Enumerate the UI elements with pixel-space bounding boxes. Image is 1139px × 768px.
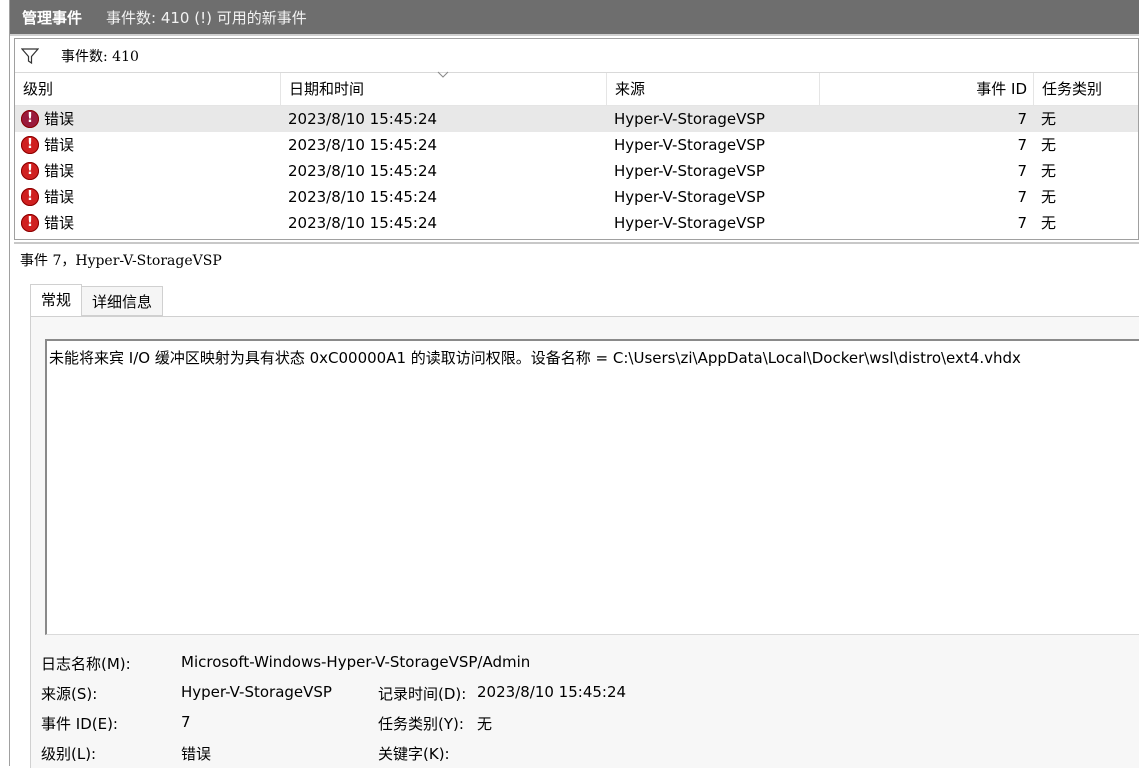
filter-bar: 事件数: 410 [15,39,1138,73]
task-category-label: 任务类别(Y): [378,715,464,733]
left-pane-edge [0,0,10,766]
column-header-datetime-label: 日期和时间 [289,80,365,98]
general-tab-panel: 未能将来宾 I/O 缓冲区映射为具有状态 0xC00000A1 的读取访问权限。… [30,316,1139,768]
row-event-id: 7 [1017,188,1027,206]
row-task: 无 [1041,162,1057,180]
detail-tabs: 常规 详细信息 [30,284,164,316]
error-icon: ! [21,136,39,154]
logged-value: 2023/8/10 15:45:24 [477,683,627,701]
column-header-datetime[interactable]: 日期和时间 [281,71,607,105]
level-label: 级别(L): [41,745,97,763]
view-subtitle: 事件数: 410 (!) 可用的新事件 [106,8,307,27]
row-level: 错误 [44,136,75,154]
detail-title: 事件 7，Hyper-V-StorageVSP [20,253,222,269]
view-title: 管理事件 [22,8,83,27]
row-task: 无 [1041,110,1057,128]
row-source: Hyper-V-StorageVSP [614,110,765,128]
error-icon: ! [21,214,39,232]
event-detail-pane: 事件 7，Hyper-V-StorageVSP 常规 详细信息 未能将来宾 I/… [14,242,1139,768]
filter-icon[interactable] [21,47,39,65]
filter-summary: 事件数: 410 [61,48,139,65]
source-value: Hyper-V-StorageVSP [181,683,332,701]
tab-general[interactable]: 常规 [30,284,83,316]
row-task: 无 [1041,188,1057,206]
event-rows: ! 错误 2023/8/10 15:45:24 Hyper-V-StorageV… [15,106,1138,236]
row-event-id: 7 [1017,214,1027,232]
task-category-value: 无 [477,715,493,733]
level-value: 错误 [181,745,212,763]
row-datetime: 2023/8/10 15:45:24 [288,188,438,206]
row-source: Hyper-V-StorageVSP [614,188,765,206]
column-header-level[interactable]: 级别 [15,73,281,105]
row-level: 错误 [44,162,75,180]
error-icon: ! [21,162,39,180]
logged-label: 记录时间(D): [378,685,467,703]
table-row[interactable]: ! 错误 2023/8/10 15:45:24 Hyper-V-StorageV… [15,184,1138,210]
row-level: 错误 [44,214,75,232]
row-datetime: 2023/8/10 15:45:24 [288,162,438,180]
row-datetime: 2023/8/10 15:45:24 [288,110,438,128]
keywords-label: 关键字(K): [378,745,450,763]
row-datetime: 2023/8/10 15:45:24 [288,136,438,154]
error-icon: ! [21,110,39,128]
row-datetime: 2023/8/10 15:45:24 [288,214,438,232]
row-source: Hyper-V-StorageVSP [614,214,765,232]
row-task: 无 [1041,136,1057,154]
sort-caret-icon [437,71,449,78]
event-list-pane: 事件数: 410 级别 日期和时间 来源 事件 ID 任务类别 ! 错误 202… [14,38,1139,240]
row-source: Hyper-V-StorageVSP [614,136,765,154]
column-header-source[interactable]: 来源 [607,73,820,105]
event-message-box[interactable]: 未能将来宾 I/O 缓冲区映射为具有状态 0xC00000A1 的读取访问权限。… [45,339,1139,635]
title-bar: 管理事件 事件数: 410 (!) 可用的新事件 [10,0,1139,36]
table-row[interactable]: ! 错误 2023/8/10 15:45:24 Hyper-V-StorageV… [15,210,1138,236]
column-header-event-id[interactable]: 事件 ID [820,73,1034,105]
table-row[interactable]: ! 错误 2023/8/10 15:45:24 Hyper-V-StorageV… [15,132,1138,158]
row-level: 错误 [44,188,75,206]
tab-details[interactable]: 详细信息 [82,286,164,316]
table-row[interactable]: ! 错误 2023/8/10 15:45:24 Hyper-V-StorageV… [15,158,1138,184]
table-row[interactable]: ! 错误 2023/8/10 15:45:24 Hyper-V-StorageV… [15,106,1138,132]
error-icon: ! [21,188,39,206]
log-name-label: 日志名称(M): [41,655,131,673]
row-event-id: 7 [1017,136,1027,154]
row-source: Hyper-V-StorageVSP [614,162,765,180]
column-headers: 级别 日期和时间 来源 事件 ID 任务类别 [15,71,1139,106]
row-event-id: 7 [1017,162,1027,180]
column-header-task[interactable]: 任务类别 [1034,73,1139,105]
row-task: 无 [1041,214,1057,232]
log-name-value: Microsoft-Windows-Hyper-V-StorageVSP/Adm… [181,653,531,671]
event-id-value: 7 [181,713,191,731]
row-level: 错误 [44,110,75,128]
source-label: 来源(S): [41,685,98,703]
event-id-label: 事件 ID(E): [41,715,118,733]
row-event-id: 7 [1017,110,1027,128]
